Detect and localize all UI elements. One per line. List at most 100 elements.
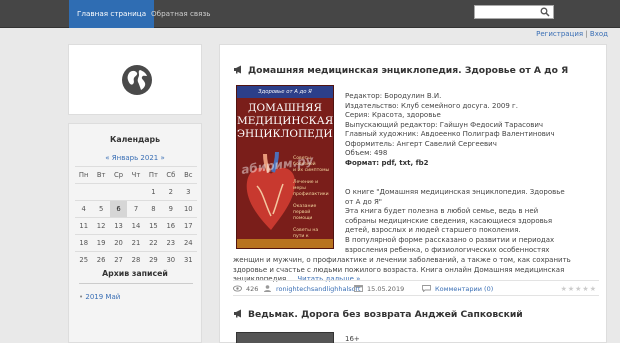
age-rating: 16+: [345, 335, 360, 343]
calendar-day: 13: [109, 217, 128, 235]
calendar-title: Календарь: [109, 135, 161, 144]
calendar-icon: [354, 285, 363, 292]
calendar-weekdays-row: Пн Вт Ср Чт Пт Сб Вс: [75, 166, 197, 184]
cover-side-text: Советы болезней и их симптомы Лечение и …: [293, 156, 331, 246]
cover-series: Здоровье от А до Я: [237, 86, 333, 98]
calendar-day: 11: [75, 217, 93, 235]
desc-line: от А до Я": [345, 197, 383, 206]
calendar-next-link[interactable]: »: [160, 154, 164, 162]
calendar-day: 2: [162, 183, 180, 201]
post-footer: 426 ronightechsandlighhalsoft 15.05.2019…: [233, 280, 599, 296]
calendar-month-link[interactable]: Январь 2021: [112, 154, 158, 162]
meta-line: Выпускающий редактор: Гайшун Федосий Тар…: [345, 120, 544, 129]
login-link[interactable]: Вход: [590, 30, 608, 38]
megaphone-icon: [234, 65, 241, 74]
archive-link[interactable]: 2019 Май: [85, 293, 120, 301]
post-title-text: Домашняя медицинская энциклопедия. Здоро…: [248, 65, 569, 76]
meta-line: Оформитель: Ангерт Савелий Сергеевич: [345, 139, 497, 148]
calendar-day: 10: [179, 200, 197, 218]
megaphone-icon: [234, 309, 241, 318]
calendar-week-row: 11 12 13 14 15 16 17: [75, 217, 197, 235]
weekday-cell: Вт: [92, 166, 110, 184]
book-cover-image[interactable]: Здоровье от А до Я ДОМАШНЯЯ МЕДИЦИНСКАЯ …: [236, 85, 334, 249]
weekday-cell: Сб: [162, 166, 180, 184]
cover-side-line: профилактики: [293, 192, 329, 197]
search-icon[interactable]: [540, 7, 550, 17]
calendar-nav: « Январь 2021 »: [69, 154, 201, 162]
desc-line: собраны медицинские сведения, касающиеся…: [345, 216, 553, 225]
calendar-day: 27: [109, 251, 128, 269]
meta-line: Главный художник: Авдоеенко Полиграф Вал…: [345, 130, 555, 138]
post-title[interactable]: Домашняя медицинская энциклопедия. Здоро…: [233, 65, 568, 76]
book-cover-image[interactable]: [236, 332, 334, 343]
calendar-day: 28: [127, 251, 145, 269]
weekday-cell: Ср: [109, 166, 128, 184]
calendar-day: 24: [179, 234, 197, 252]
cover-bottom-band: [237, 239, 333, 248]
calendar-day: 14: [127, 217, 145, 235]
site-logo-box: [68, 44, 202, 115]
meta-line: Серия: Красота, здоровье: [345, 111, 441, 119]
calendar-day: [109, 183, 128, 201]
desc-line: Эта книга будет полезна в любой семье, в…: [345, 207, 539, 216]
calendar-week-row: 1 2 3: [75, 183, 197, 201]
calendar-week-row: 18 19 20 21 22 23 24: [75, 234, 197, 252]
author-link[interactable]: ronightechsandlighhalsoft: [276, 285, 360, 293]
desc-line: В популярной форме рассказано о развитии…: [345, 235, 555, 244]
meta-line: Объем: 498: [345, 149, 388, 157]
calendar-day: [127, 183, 145, 201]
bullet-icon: •: [79, 293, 84, 301]
globe-icon[interactable]: [121, 64, 153, 96]
comments-link[interactable]: Комментарии (0): [435, 285, 493, 293]
calendar-day: [75, 183, 93, 201]
post-date: 15.05.2019: [354, 285, 404, 293]
archive-title: Архив записей: [102, 269, 168, 278]
top-navigation-bar: Главная страница Обратная связь: [0, 0, 620, 28]
calendar-day: 25: [75, 251, 93, 269]
cover-title: ДОМАШНЯЯ МЕДИЦИНСКАЯ ЭНЦИКЛОПЕДИЯ: [237, 102, 333, 141]
cover-title-line: ЭНЦИКЛОПЕДИЯ: [237, 128, 334, 140]
calendar-day: 23: [162, 234, 180, 252]
calendar-day: 29: [144, 251, 163, 269]
auth-links: Регистрация | Вход: [536, 30, 608, 38]
calendar-day: 12: [92, 217, 110, 235]
date-value: 15.05.2019: [367, 285, 405, 293]
desc-line: женщин и мужчин, о профилактике и лечени…: [233, 256, 407, 264]
register-link[interactable]: Регистрация: [536, 30, 583, 38]
calendar-week-row: 4 5 6 7 8 9 10: [75, 200, 197, 218]
calendar-day: 21: [127, 234, 145, 252]
calendar-day: 30: [162, 251, 180, 269]
cover-title-line: МЕДИЦИНСКАЯ: [237, 115, 334, 127]
weekday-cell: Чт: [127, 166, 145, 184]
archive-item: • 2019 Май: [79, 293, 120, 301]
calendar-day: 5: [92, 200, 110, 218]
sidebar: Календарь « Январь 2021 » Пн Вт Ср Чт Пт…: [68, 123, 202, 343]
meta-formats: Формат: pdf, txt, fb2: [345, 158, 429, 167]
nav-home[interactable]: Главная страница: [69, 0, 155, 28]
calendar-day: 1: [144, 183, 163, 201]
calendar-prev-link[interactable]: «: [105, 154, 109, 162]
calendar-day: 31: [179, 251, 197, 269]
nav-feedback[interactable]: Обратная связь: [143, 0, 219, 28]
post-author: ronightechsandlighhalsoft: [263, 285, 360, 293]
calendar-day: 4: [75, 200, 93, 218]
cover-side-line: Лечение и меры: [293, 180, 319, 191]
post-description: О книге "Домашняя медицинская энциклопед…: [345, 188, 597, 255]
post-title[interactable]: Ведьмак. Дорога без возврата Анджей Сапк…: [233, 309, 523, 320]
rating-stars[interactable]: ★★★★★: [561, 285, 597, 293]
calendar-day: 26: [92, 251, 110, 269]
calendar-day: 17: [179, 217, 197, 235]
calendar-grid: Пн Вт Ср Чт Пт Сб Вс 1 2 3 4 5 6 7 8 9 1…: [75, 166, 197, 269]
calendar-day: 19: [92, 234, 110, 252]
calendar-day: 22: [144, 234, 163, 252]
views-count: 426: [233, 285, 258, 293]
desc-line: взросления ребенка, о физиологических ос…: [345, 245, 550, 254]
cover-title-line: ДОМАШНЯЯ: [248, 102, 322, 114]
calendar-week-row: 25 26 27 28 29 30 31: [75, 251, 197, 269]
calendar-day: 9: [162, 200, 180, 218]
calendar-day: 8: [144, 200, 163, 218]
search-input[interactable]: [475, 6, 537, 18]
calendar-day: [92, 183, 110, 201]
user-icon: [264, 285, 271, 292]
calendar-day-today: 6: [109, 200, 128, 218]
